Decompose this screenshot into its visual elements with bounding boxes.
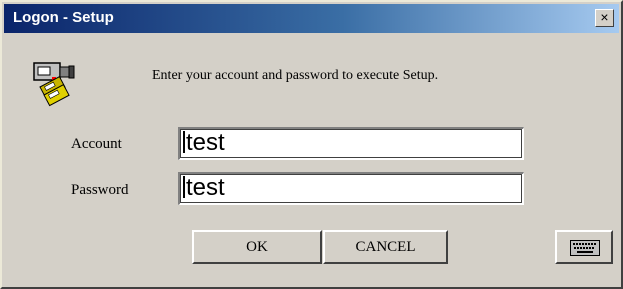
password-field[interactable]: test (178, 172, 524, 205)
close-button[interactable]: × (595, 9, 614, 27)
password-label: Password (71, 182, 129, 198)
setup-icon (33, 62, 75, 107)
account-value: test (186, 129, 225, 156)
window-title: Logon - Setup (13, 9, 114, 26)
text-caret (183, 131, 185, 153)
title-bar[interactable]: Logon - Setup × (4, 4, 619, 33)
cancel-button[interactable]: CANCEL (323, 230, 448, 264)
ok-button[interactable]: OK (192, 230, 322, 264)
logon-setup-dialog: Logon - Setup × Enter your account and p… (0, 0, 623, 289)
keyboard-button[interactable] (555, 230, 613, 264)
text-caret (183, 176, 185, 198)
instruction-message: Enter your account and password to execu… (152, 68, 439, 83)
password-value: test (186, 174, 225, 201)
account-field[interactable]: test (178, 127, 524, 160)
account-label: Account (71, 136, 122, 152)
keyboard-icon (570, 240, 600, 256)
close-icon: × (600, 9, 609, 25)
